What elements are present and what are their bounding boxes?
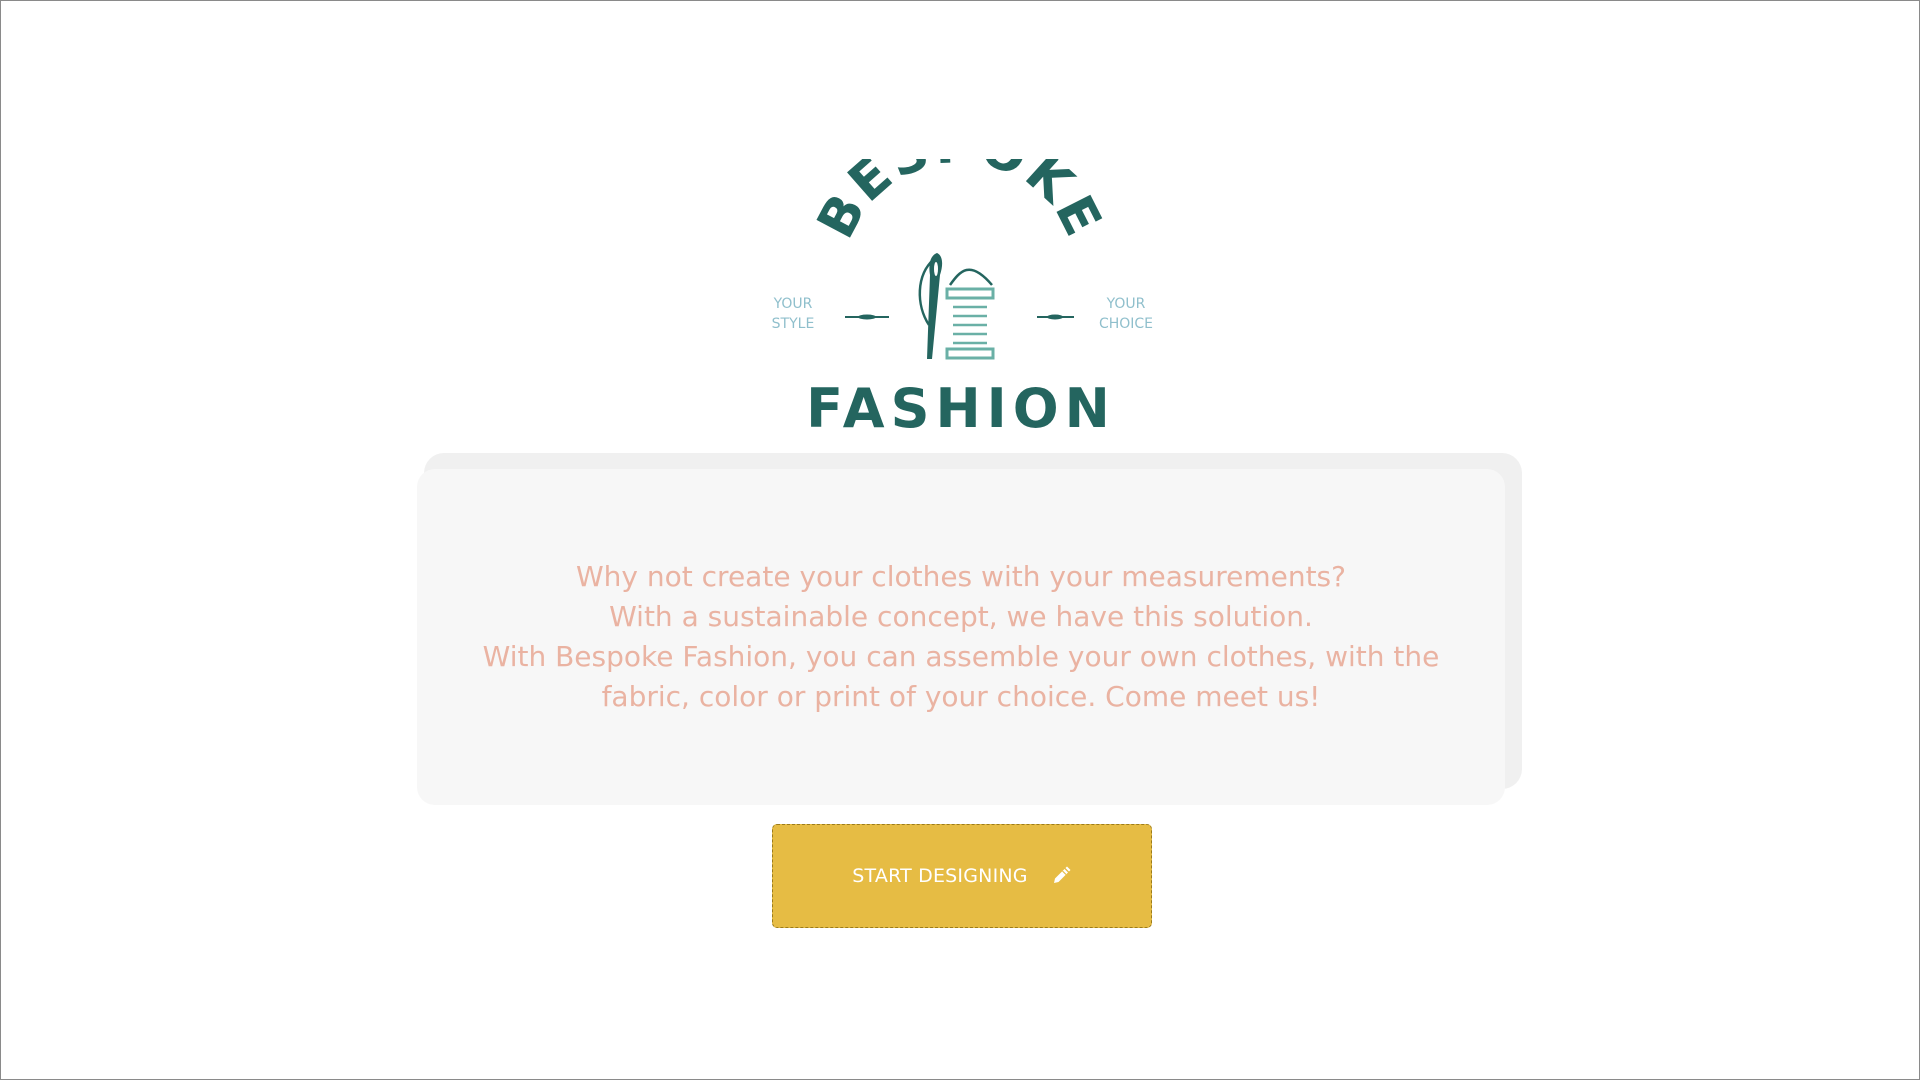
svg-text:BESPOKE: BESPOKE: [806, 159, 1113, 248]
tagline-left-line2: STYLE: [772, 316, 815, 332]
page-frame: BESPOKE YOUR STYLE YOUR CHOICE: [0, 0, 1920, 1080]
brand-top-text: BESPOKE: [806, 159, 1110, 248]
intro-card: Why not create your clothes with your me…: [417, 469, 1505, 805]
brand-bottom-text: FASHION: [806, 377, 1116, 439]
intro-line-1: Why not create your clothes with your me…: [576, 560, 1346, 593]
intro-line-3: With Bespoke Fashion, you can assemble y…: [482, 640, 1440, 673]
start-designing-button[interactable]: START DESIGNING: [772, 824, 1152, 928]
spool-icon: [945, 268, 995, 360]
tagline-left-line1: YOUR: [773, 296, 813, 312]
needle-icon: [918, 253, 943, 359]
intro-line-2: With a sustainable concept, we have this…: [609, 600, 1313, 633]
right-stitch-line: [1037, 314, 1074, 320]
intro-line-4: fabric, color or print of your choice. C…: [601, 680, 1321, 713]
pencil-icon: [1050, 865, 1072, 887]
left-stitch-line: [845, 314, 889, 320]
tagline-right-line1: YOUR: [1106, 296, 1146, 312]
tagline-right-line2: CHOICE: [1099, 316, 1153, 332]
bespoke-fashion-logo: BESPOKE YOUR STYLE YOUR CHOICE: [756, 159, 1166, 439]
start-designing-label: START DESIGNING: [852, 865, 1028, 887]
intro-text: Why not create your clothes with your me…: [471, 557, 1451, 717]
